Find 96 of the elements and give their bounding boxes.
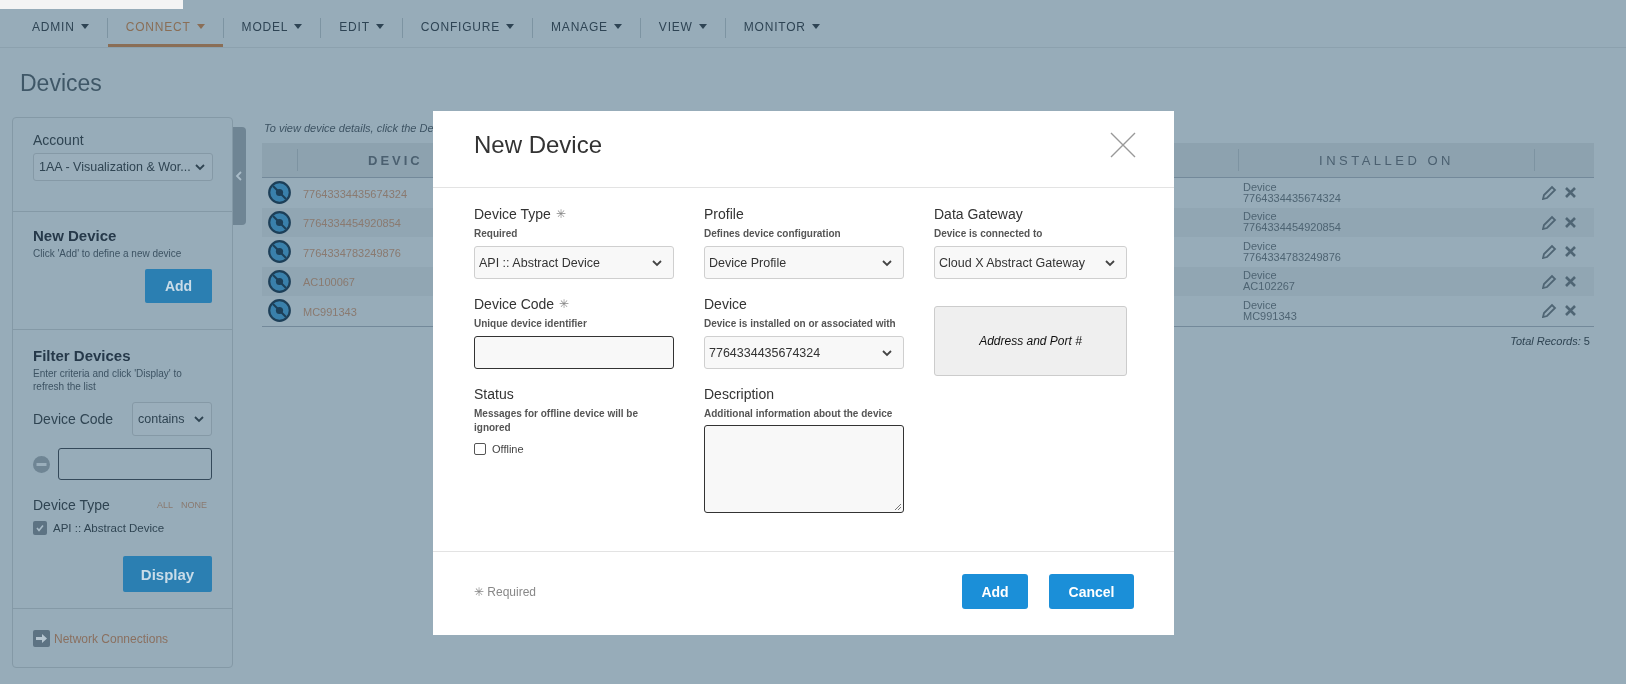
installed-on-type: Device [1243,240,1278,252]
field-label: Device Code [474,296,555,312]
chevron-down-icon [194,161,206,173]
installed-on-type: Device [1243,299,1278,311]
dropdown[interactable]: Device Profile [704,246,904,279]
checkbox[interactable] [33,521,47,535]
address-port-button[interactable]: Address and Port # [934,306,1127,376]
caret-icon [613,24,622,29]
close-icon[interactable] [1110,132,1136,158]
nav-tab[interactable]: MANAGE [533,9,640,47]
input-field[interactable] [58,448,212,480]
checkbox-label: API :: Abstract Device [53,522,165,534]
column-header: INSTALLED ON [1319,152,1454,168]
field-hint: Unique device identifier [474,317,588,331]
field-hint: Required [474,227,519,241]
installed-on-type: Device [1243,181,1278,193]
field-label: Profile [704,206,744,222]
pencil-icon[interactable] [1542,273,1557,289]
field-hint: Device is connected to [934,227,1044,241]
section-title: New Device [33,227,118,244]
pencil-icon[interactable] [1542,303,1557,319]
field-label: Device Code [33,411,114,427]
delete-icon[interactable] [1565,187,1576,199]
unplugged-icon [268,269,291,293]
section-hint: Enter criteria and click 'Display' to refresh the list [33,367,183,393]
installed-on-type: Device [1243,211,1278,223]
unplugged-icon [268,181,291,205]
column-header: DEVIC [368,153,423,168]
dropdown[interactable]: API :: Abstract Device [474,246,674,279]
delete-icon[interactable] [1565,216,1576,228]
field-label: Description [704,386,775,402]
operator-select[interactable]: contains [132,402,212,436]
field-hint: Additional information about the device [704,407,894,421]
caret-icon [506,24,515,29]
chevron-down-icon [193,413,205,425]
cancel-button[interactable]: Cancel [1049,574,1134,609]
nav-tab[interactable]: MODEL [223,9,321,47]
installed-on-code: 7764334454920854 [1243,222,1342,234]
field-label: Data Gateway [934,206,1023,222]
caret-icon [294,24,303,29]
nav-tab[interactable]: MONITOR [725,9,838,47]
delete-icon[interactable] [1565,275,1576,287]
field-label: Device Type [474,206,551,222]
delete-icon[interactable] [1565,305,1576,317]
dropdown[interactable]: Cloud X Abstract Gateway [934,246,1127,279]
collapse-handle[interactable] [233,127,246,225]
nav-tab[interactable]: EDIT [321,9,402,47]
field-label: Status [474,386,514,402]
field-label: Device Type [33,497,110,513]
pencil-icon[interactable] [1542,244,1557,260]
installed-on-code: AC102267 [1243,281,1296,293]
installed-on-code: 7764334435674324 [1243,192,1342,204]
resize-grip-icon [894,503,901,510]
installed-on-code: MC991343 [1243,310,1298,322]
pencil-icon[interactable] [1542,185,1557,201]
delete-icon[interactable] [1565,246,1576,258]
nav-tab[interactable]: CONFIGURE [402,9,533,47]
arrow-right-icon [33,630,50,647]
field-hint: Messages for offline device will be ignored [474,407,639,435]
page-title: Devices [20,70,102,96]
checkmark-icon [35,523,45,533]
total-records: Total Records: 5 [1510,334,1591,347]
checkbox-label: Offline [492,443,524,455]
account-select[interactable]: 1AA - Visualization & Wor... [33,153,213,181]
field-label: Account [33,132,85,149]
nav-tab[interactable]: VIEW [640,9,725,47]
field-label: Device [704,296,747,312]
pencil-icon[interactable] [1542,214,1557,230]
dialog-title: New Device [474,131,603,159]
required-legend: ✳ Required [474,584,537,599]
caret-icon [375,24,384,29]
display-button[interactable]: Display [123,556,212,592]
field-hint: Defines device configuration [704,227,842,241]
add-button[interactable]: Add [962,574,1028,609]
field-hint: Device is installed on or associated with [704,317,897,331]
nav-tab[interactable]: ADMIN [14,9,107,47]
section-hint: Click 'Add' to define a new device [33,247,183,260]
unplugged-icon [268,240,291,264]
description-field[interactable] [704,425,904,513]
section-title: Filter Devices [33,347,132,364]
caret-icon [698,24,707,29]
installed-on-type: Device [1243,270,1278,282]
required-mark: ✳ [559,297,570,311]
unplugged-icon [268,299,291,323]
table-hint: To view device details, click the De [263,121,435,136]
dropdown[interactable]: 7764334435674324 [704,336,904,369]
installed-on-code: 7764334783249876 [1243,251,1342,263]
checkbox[interactable] [474,443,486,455]
caret-icon [811,24,820,29]
add-button[interactable]: Add [145,269,212,303]
remove-icon[interactable] [33,455,50,473]
caret-icon [80,24,89,29]
required-mark: ✳ [555,207,566,221]
caret-icon [196,24,205,29]
unplugged-icon [268,210,291,234]
input-field[interactable] [474,336,674,369]
